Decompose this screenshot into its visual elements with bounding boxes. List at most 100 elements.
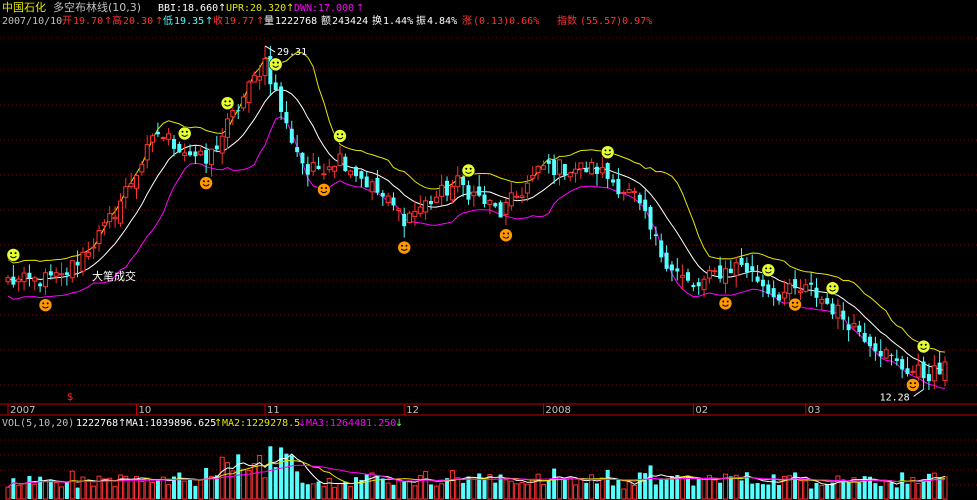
candle[interactable] (310, 153, 316, 176)
candle[interactable] (38, 281, 43, 293)
candle[interactable] (781, 280, 787, 306)
candle[interactable] (455, 166, 461, 193)
candle[interactable] (321, 163, 327, 180)
candle[interactable] (214, 135, 219, 153)
candle[interactable] (295, 135, 300, 157)
candle[interactable] (706, 265, 712, 284)
candle[interactable] (69, 260, 75, 283)
candle[interactable] (326, 159, 332, 173)
candle[interactable] (96, 224, 102, 252)
candle[interactable] (685, 268, 690, 283)
candle[interactable] (626, 182, 632, 194)
candle[interactable] (712, 267, 718, 275)
candle[interactable] (493, 202, 498, 209)
candle[interactable] (878, 339, 883, 368)
candle[interactable] (273, 74, 278, 92)
candle[interactable] (648, 205, 653, 240)
candle[interactable] (889, 353, 894, 366)
candle[interactable] (279, 82, 284, 121)
candle[interactable] (825, 293, 830, 305)
candle[interactable] (391, 192, 396, 211)
candle[interactable] (101, 219, 107, 236)
candle[interactable] (134, 172, 140, 200)
candle[interactable] (107, 206, 113, 229)
candle[interactable] (573, 162, 579, 183)
candle[interactable] (722, 260, 728, 294)
candle[interactable] (793, 270, 798, 295)
candle[interactable] (803, 278, 809, 294)
candle[interactable] (91, 238, 97, 260)
candle[interactable] (337, 146, 343, 167)
candle[interactable] (675, 258, 680, 281)
candle[interactable] (42, 268, 48, 296)
candle[interactable] (16, 275, 22, 292)
candle[interactable] (873, 336, 878, 361)
candle[interactable] (659, 233, 664, 263)
candle[interactable] (477, 174, 482, 198)
candle[interactable] (535, 165, 541, 180)
candle[interactable] (589, 158, 595, 175)
candle[interactable] (643, 189, 648, 219)
candle[interactable] (814, 278, 819, 307)
candle[interactable] (139, 161, 145, 176)
candle[interactable] (691, 282, 696, 292)
candle[interactable] (524, 175, 530, 202)
candle[interactable] (385, 192, 391, 207)
candle[interactable] (11, 264, 16, 288)
candle[interactable] (445, 176, 450, 202)
candle[interactable] (835, 298, 841, 330)
candle[interactable] (407, 210, 413, 224)
candle[interactable] (198, 147, 204, 157)
candle[interactable] (193, 146, 198, 165)
candle[interactable] (208, 148, 214, 177)
candlestick-series[interactable] (5, 45, 948, 390)
candle[interactable] (21, 266, 27, 291)
candle[interactable] (354, 165, 359, 182)
candle[interactable] (123, 177, 129, 209)
candle[interactable] (771, 280, 776, 306)
candle[interactable] (257, 64, 263, 90)
candle[interactable] (755, 264, 760, 284)
candle[interactable] (166, 127, 172, 146)
candle[interactable] (777, 292, 782, 305)
candle[interactable] (905, 356, 910, 377)
candle[interactable] (514, 191, 520, 199)
candle[interactable] (246, 80, 252, 113)
candle[interactable] (680, 264, 686, 290)
candle[interactable] (567, 171, 573, 182)
candle[interactable] (910, 365, 916, 375)
candle[interactable] (155, 122, 160, 138)
candle[interactable] (305, 156, 310, 187)
candle[interactable] (540, 160, 546, 170)
candle[interactable] (556, 159, 562, 186)
candle[interactable] (744, 257, 749, 279)
candle[interactable] (262, 45, 268, 86)
candle[interactable] (616, 167, 621, 198)
candle[interactable] (417, 195, 423, 218)
candle[interactable] (926, 363, 931, 390)
candle[interactable] (359, 170, 364, 188)
candle[interactable] (766, 280, 771, 298)
candle[interactable] (369, 179, 375, 201)
candle[interactable] (182, 143, 188, 162)
candle[interactable] (316, 157, 321, 170)
candle[interactable] (546, 154, 551, 174)
candle[interactable] (503, 198, 509, 226)
volume-bar-series[interactable] (5, 446, 948, 500)
candle[interactable] (846, 316, 851, 342)
candle[interactable] (482, 185, 487, 208)
candle[interactable] (364, 171, 369, 188)
candle[interactable] (611, 174, 616, 187)
candle[interactable] (653, 226, 658, 246)
candle[interactable] (402, 207, 407, 238)
candle[interactable] (621, 190, 627, 201)
candle[interactable] (750, 254, 755, 282)
candle[interactable] (498, 200, 503, 218)
candle[interactable] (942, 356, 948, 387)
candle[interactable] (728, 260, 733, 274)
candle[interactable] (80, 247, 86, 276)
candle[interactable] (332, 165, 338, 179)
candle[interactable] (32, 276, 38, 291)
candle[interactable] (48, 264, 53, 280)
candle[interactable] (117, 193, 123, 227)
